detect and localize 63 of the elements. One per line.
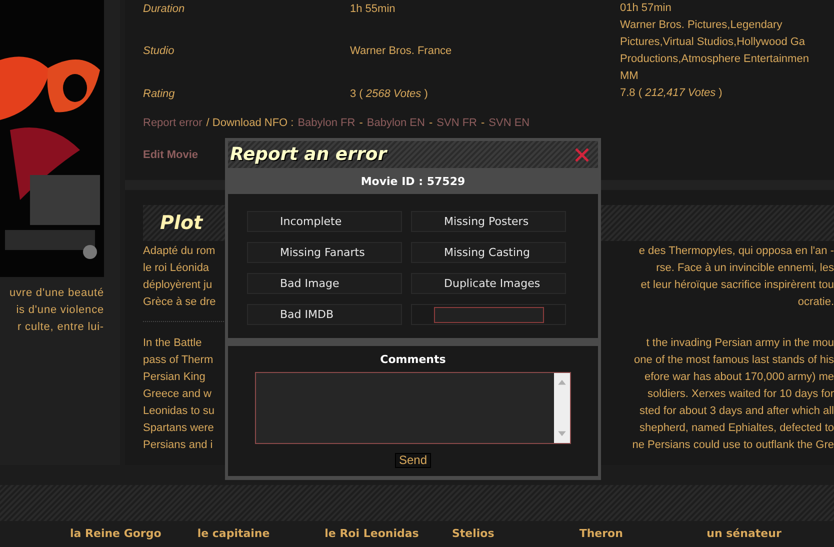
- plot-text: et leur héroïque sacrifice inspirèrent tou: [640, 278, 834, 293]
- dialog-title: Report an error: [230, 144, 387, 165]
- plot-text: shepherd, named Ephialtes, defected to: [640, 421, 834, 436]
- error-option-button[interactable]: Missing Posters: [411, 211, 566, 232]
- cast-name[interactable]: un sénateur: [706, 527, 834, 540]
- synopsis-text: is d'une violence: [16, 303, 104, 318]
- link-separator: -: [428, 116, 433, 131]
- error-option-button[interactable]: Missing Casting: [411, 242, 566, 263]
- plot-text: Greece and w: [143, 387, 212, 402]
- link-separator: -: [359, 116, 363, 131]
- plot-text: t the invading Persian army in the mou: [646, 336, 834, 351]
- plot-text: pass of Therm: [143, 353, 214, 368]
- cast-name[interactable]: Stelios: [452, 527, 580, 540]
- plot-text: sted for about 3 days and after which all: [640, 404, 834, 419]
- input-field[interactable]: [434, 306, 544, 322]
- send-button[interactable]: Send: [394, 453, 432, 468]
- info-label: Duration: [143, 2, 186, 14]
- cast-name[interactable]: la Reine Gorgo: [70, 527, 198, 540]
- info-value: Productions,Atmosphere Entertainmen: [620, 52, 809, 67]
- info-value: 01h 57min: [620, 1, 672, 16]
- error-option-button[interactable]: Missing Fanarts: [247, 242, 402, 263]
- plot-text: In the Battle: [143, 336, 202, 351]
- info-value: Warner Bros. France: [350, 45, 453, 57]
- info-value: MM: [620, 69, 640, 84]
- error-option-button[interactable]: Bad IMDB: [247, 304, 402, 325]
- movie-id-text: Movie ID : 57529: [360, 174, 466, 188]
- plot-text: Grèce à se dre: [143, 295, 216, 310]
- scrollbar-drawing[interactable]: [554, 373, 570, 443]
- plot-text: rse. Face à un invincible ennemi, les: [656, 261, 834, 276]
- plot-text: e des Thermopyles, qui opposa en l'an -: [638, 244, 834, 259]
- plot-text: soldiers. Xerxes waited for 10 days for: [648, 387, 834, 402]
- plot-text: déployèrent ju: [143, 278, 212, 293]
- plot-text: Leonidas to su: [143, 404, 215, 419]
- plot-heading: Plot: [160, 212, 203, 234]
- cast-name[interactable]: le Roi Leonidas: [324, 527, 452, 540]
- link-separator: / Download NFO :: [206, 116, 294, 131]
- synopsis-text: uvre d'une beauté: [9, 286, 104, 301]
- synopsis-text: r culte, entre lui-: [18, 320, 104, 335]
- info-label: Studio: [143, 45, 176, 57]
- link-separator: -: [480, 116, 485, 131]
- error-option-button[interactable]: Duplicate Images: [411, 273, 566, 294]
- close-icon[interactable]: [574, 146, 590, 162]
- plot-text: ocratie.: [798, 295, 834, 310]
- comments-field[interactable]: [255, 372, 571, 444]
- plot-text: ne Persians could use to outflank the Gre: [632, 438, 834, 453]
- plot-text: Persians and i: [143, 438, 213, 453]
- cast-name[interactable]: Theron: [579, 527, 707, 540]
- info-value: 7.8 ( 212,417 Votes ): [620, 86, 724, 101]
- plot-text: one of the most famous last stands of his: [634, 353, 834, 368]
- plot-text: efore war has about 170,000 army) me: [644, 370, 834, 385]
- info-value: Warner Bros. Pictures,Legendary: [620, 18, 784, 33]
- error-option-button[interactable]: Incomplete: [247, 211, 402, 232]
- info-value: Pictures,Virtual Studios,Hollywood Ga: [620, 35, 806, 50]
- comments-label: Comments: [380, 353, 446, 366]
- plot-text: Persian King: [143, 370, 206, 385]
- plot-text: Adapté du rom: [143, 244, 216, 259]
- info-value: 3 ( 2568 Votes ): [350, 88, 429, 100]
- info-label: Rating: [143, 88, 176, 100]
- info-value: 1h 55min: [350, 2, 396, 14]
- plot-text: le roi Léonida: [143, 261, 210, 276]
- cast-name[interactable]: le capitaine: [197, 527, 325, 540]
- error-option-button[interactable]: Bad Image: [247, 273, 402, 294]
- plot-text: Spartans were: [143, 421, 214, 436]
